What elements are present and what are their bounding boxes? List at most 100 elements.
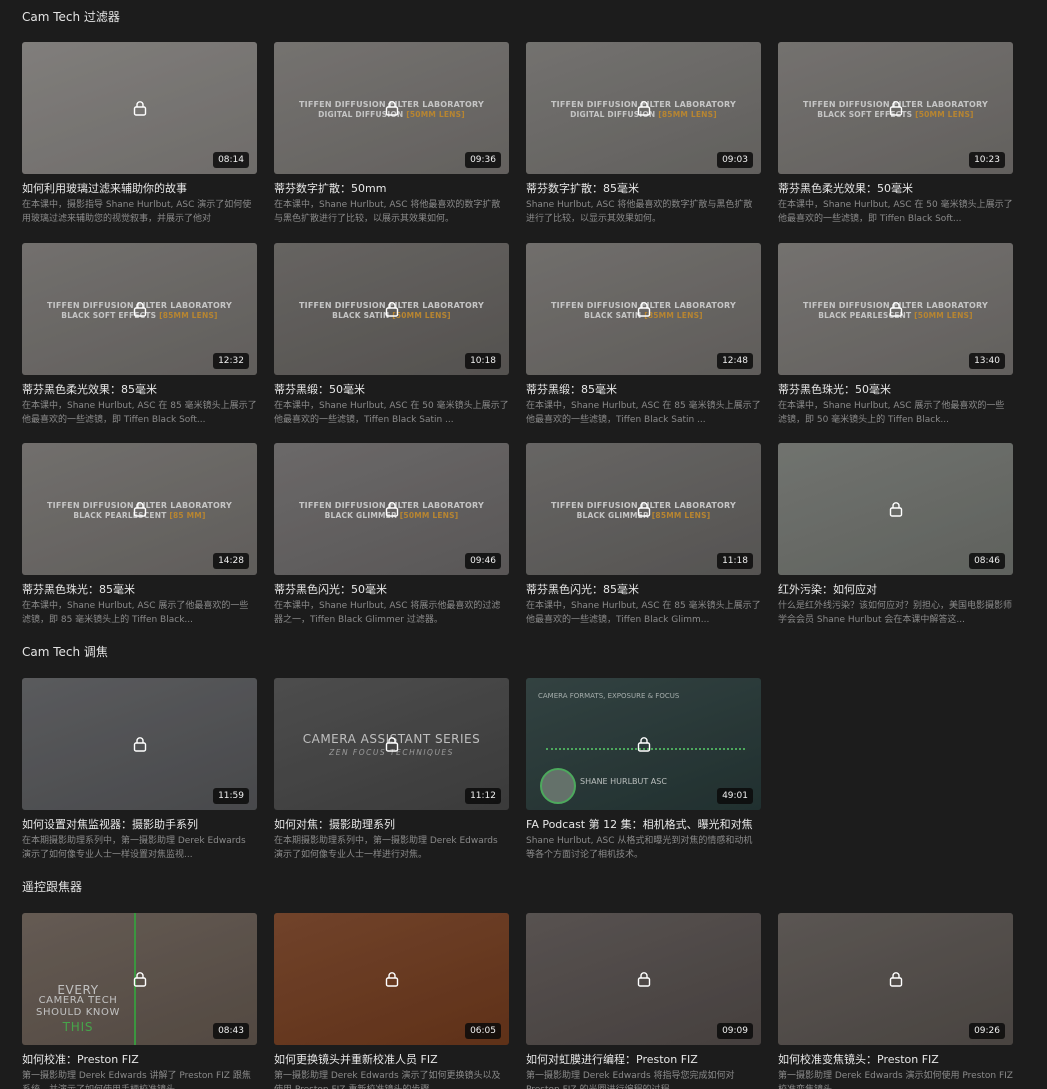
video-title[interactable]: 如何设置对焦监视器：摄影助手系列	[22, 818, 257, 832]
lock-icon	[133, 501, 147, 517]
video-title[interactable]: FA Podcast 第 12 集：相机格式、曝光和对焦	[526, 818, 761, 832]
video-description: 在本课中，Shane Hurlbut, ASC 在 85 毫米镜头上展示了他最喜…	[22, 401, 257, 425]
video-card[interactable]: TIFFEN DIFFUSION FILTER LABORATORY BLACK …	[22, 443, 257, 627]
video-title[interactable]: 如何对虹膜进行编程：Preston FIZ	[526, 1053, 761, 1067]
page: Cam Tech 过滤器 08:14 如何利用玻璃过滤来辅助你的故事在本课中，摄影指…	[0, 0, 1047, 1089]
video-card[interactable]: TIFFEN DIFFUSION FILTER LABORATORY BLACK …	[526, 443, 761, 627]
video-title[interactable]: 蒂芬黑色柔光效果：50毫米	[778, 182, 1013, 196]
video-description: 在本课中，Shane Hurlbut, ASC 在 50 毫米镜头上展示了他最喜…	[274, 401, 509, 425]
video-description: 第一摄影助理 Derek Edwards 演示了如何更换镜头以及使用 Prest…	[274, 1071, 501, 1089]
video-thumbnail[interactable]: TIFFEN DIFFUSION FILTER LABORATORY BLACK …	[778, 243, 1013, 375]
video-title[interactable]: 如何更换镜头并重新校准人员 FIZ	[274, 1053, 509, 1067]
video-thumbnail[interactable]: TIFFEN DIFFUSION FILTER LABORATORY DIGITA…	[526, 42, 761, 174]
video-thumbnail[interactable]: TIFFEN DIFFUSION FILTER LABORATORY BLACK …	[778, 42, 1013, 174]
lock-icon	[385, 301, 399, 317]
duration-badge: 10:18	[465, 353, 501, 369]
duration-badge: 11:12	[465, 788, 501, 804]
video-card[interactable]: 09:26 如何校准变焦镜头：Preston FIZ 第一摄影助理 Derek Ed…	[778, 913, 1013, 1089]
lock-icon	[889, 301, 903, 317]
video-card[interactable]: TIFFEN DIFFUSION FILTER LABORATORY BLACK …	[274, 243, 509, 427]
video-title[interactable]: 蒂芬数字扩散：50mm	[274, 182, 509, 196]
video-title[interactable]: 蒂芬黑色珠光：50毫米	[778, 383, 1013, 397]
lock-icon	[889, 971, 903, 987]
video-description: 在本课中，Shane Hurlbut, ASC 在 85 毫米镜头上展示了他最喜…	[526, 601, 761, 625]
lock-icon	[133, 301, 147, 317]
video-title[interactable]: 蒂芬数字扩散：85毫米	[526, 182, 761, 196]
video-thumbnail[interactable]: CAMERA ASSISTANT SERIES ZEN FOCUS TECHNIQ…	[274, 678, 509, 810]
video-title[interactable]: 蒂芬黑色柔光效果：85毫米	[22, 383, 257, 397]
video-card[interactable]: TIFFEN DIFFUSION FILTER LABORATORY DIGITA…	[274, 42, 509, 226]
duration-badge: 12:32	[213, 353, 249, 369]
video-card[interactable]: TIFFEN DIFFUSION FILTER LABORATORY BLACK …	[526, 243, 761, 427]
section-title: Cam Tech 调焦	[22, 645, 108, 659]
duration-badge: 09:46	[465, 553, 501, 569]
video-card[interactable]: TIFFEN DIFFUSION FILTER LABORATORY BLACK …	[778, 243, 1013, 427]
video-title[interactable]: 红外污染：如何应对	[778, 583, 1013, 597]
video-description: 第一摄影助理 Derek Edwards 讲解了 Preston FIZ 跟焦系…	[22, 1071, 251, 1089]
video-title[interactable]: 蒂芬黑色闪光：85毫米	[526, 583, 761, 597]
video-card[interactable]: TIFFEN DIFFUSION FILTER LABORATORY BLACK …	[778, 42, 1013, 226]
video-card[interactable]: TIFFEN DIFFUSION FILTER LABORATORY BLACK …	[22, 243, 257, 427]
duration-badge: 09:36	[465, 152, 501, 168]
video-thumbnail[interactable]: TIFFEN DIFFUSION FILTER LABORATORY BLACK …	[526, 443, 761, 575]
section-title: Cam Tech 过滤器	[22, 10, 120, 24]
video-thumbnail[interactable]: TIFFEN DIFFUSION FILTER LABORATORY BLACK …	[22, 443, 257, 575]
video-thumbnail[interactable]: CAMERA FORMATS, EXPOSURE & FOCUS SHANE HU…	[526, 678, 761, 810]
video-description: 在本课中，Shane Hurlbut, ASC 展示了他最喜欢的一些滤镜，即 5…	[778, 401, 1005, 425]
video-card[interactable]: 09:09 如何对虹膜进行编程：Preston FIZ 第一摄影助理 Derek E…	[526, 913, 761, 1089]
duration-badge: 10:23	[969, 152, 1005, 168]
video-card[interactable]: 06:05 如何更换镜头并重新校准人员 FIZ 第一摄影助理 Derek Edwar…	[274, 913, 509, 1089]
video-thumbnail[interactable]: 11:59	[22, 678, 257, 810]
lock-icon	[637, 501, 651, 517]
lock-icon	[889, 501, 903, 517]
video-card[interactable]: 11:59 如何设置对焦监视器：摄影助手系列 在本期摄影助理系列中，第一摄影助理 D…	[22, 678, 257, 862]
duration-badge: 49:01	[717, 788, 753, 804]
duration-badge: 12:48	[717, 353, 753, 369]
video-description: 在本课中，摄影指导 Shane Hurlbut, ASC 演示了如何使用玻璃过滤…	[22, 200, 252, 224]
video-thumbnail[interactable]: TIFFEN DIFFUSION FILTER LABORATORY BLACK …	[274, 443, 509, 575]
video-thumbnail[interactable]: 08:14	[22, 42, 257, 174]
video-description: 在本期摄影助理系列中，第一摄影助理 Derek Edwards 演示了如何像专业…	[274, 836, 498, 860]
video-description: 在本课中，Shane Hurlbut, ASC 在 85 毫米镜头上展示了他最喜…	[526, 401, 761, 425]
video-description: Shane Hurlbut, ASC 从格式和曝光到对焦的情感和动机等各个方面讨…	[526, 836, 753, 860]
video-description: 在本课中，Shane Hurlbut, ASC 在 50 毫米镜头上展示了他最喜…	[778, 200, 1013, 224]
duration-badge: 06:05	[465, 1023, 501, 1039]
video-thumbnail[interactable]: 09:26	[778, 913, 1013, 1045]
video-card[interactable]: CAMERA ASSISTANT SERIES ZEN FOCUS TECHNIQ…	[274, 678, 509, 862]
video-card[interactable]: TIFFEN DIFFUSION FILTER LABORATORY DIGITA…	[526, 42, 761, 226]
video-card[interactable]: EVERY CAMERA TECH SHOULD KNOW THIS 08:43 如何校准…	[22, 913, 257, 1089]
video-description: Shane Hurlbut, ASC 将他最喜欢的数字扩散与黑色扩散进行了比较，…	[526, 200, 753, 224]
duration-badge: 09:26	[969, 1023, 1005, 1039]
video-title[interactable]: 如何校准变焦镜头：Preston FIZ	[778, 1053, 1013, 1067]
duration-badge: 09:09	[717, 1023, 753, 1039]
video-thumbnail[interactable]: TIFFEN DIFFUSION FILTER LABORATORY BLACK …	[526, 243, 761, 375]
video-title[interactable]: 蒂芬黑缎：85毫米	[526, 383, 761, 397]
video-card[interactable]: CAMERA FORMATS, EXPOSURE & FOCUS SHANE HU…	[526, 678, 761, 862]
video-description: 在本课中，Shane Hurlbut, ASC 展示了他最喜欢的一些滤镜，即 8…	[22, 601, 249, 625]
video-description: 第一摄影助理 Derek Edwards 将指导您完成如何对 Preston F…	[526, 1071, 735, 1089]
video-description: 在本课中，Shane Hurlbut, ASC 将展示他最喜欢的过滤器之一，Ti…	[274, 601, 501, 625]
video-title[interactable]: 如何对焦：摄影助理系列	[274, 818, 509, 832]
video-thumbnail[interactable]: 06:05	[274, 913, 509, 1045]
video-title[interactable]: 如何校准：Preston FIZ	[22, 1053, 257, 1067]
video-thumbnail[interactable]: 08:46	[778, 443, 1013, 575]
video-description: 在本课中，Shane Hurlbut, ASC 将他最喜欢的数字扩散与黑色扩散进…	[274, 200, 501, 224]
lock-icon	[385, 100, 399, 116]
video-thumbnail[interactable]: EVERY CAMERA TECH SHOULD KNOW THIS 08:43	[22, 913, 257, 1045]
video-thumbnail[interactable]: 09:09	[526, 913, 761, 1045]
video-title[interactable]: 蒂芬黑色珠光：85毫米	[22, 583, 257, 597]
video-thumbnail[interactable]: TIFFEN DIFFUSION FILTER LABORATORY DIGITA…	[274, 42, 509, 174]
video-title[interactable]: 蒂芬黑缎：50毫米	[274, 383, 509, 397]
duration-badge: 08:14	[213, 152, 249, 168]
lock-icon	[385, 501, 399, 517]
video-title[interactable]: 如何利用玻璃过滤来辅助你的故事	[22, 182, 257, 196]
lock-icon	[637, 736, 651, 752]
video-thumbnail[interactable]: TIFFEN DIFFUSION FILTER LABORATORY BLACK …	[274, 243, 509, 375]
video-thumbnail[interactable]: TIFFEN DIFFUSION FILTER LABORATORY BLACK …	[22, 243, 257, 375]
video-card[interactable]: 08:14 如何利用玻璃过滤来辅助你的故事在本课中，摄影指导 Shane Hurl…	[22, 42, 257, 226]
video-description: 第一摄影助理 Derek Edwards 演示如何使用 Preston FIZ …	[778, 1071, 1013, 1089]
video-title[interactable]: 蒂芬黑色闪光：50毫米	[274, 583, 509, 597]
video-card[interactable]: 08:46 红外污染：如何应对 什么是红外线污染？该如何应对？别担心，美国电影摄影师…	[778, 443, 1013, 627]
video-card[interactable]: TIFFEN DIFFUSION FILTER LABORATORY BLACK …	[274, 443, 509, 627]
duration-badge: 13:40	[969, 353, 1005, 369]
